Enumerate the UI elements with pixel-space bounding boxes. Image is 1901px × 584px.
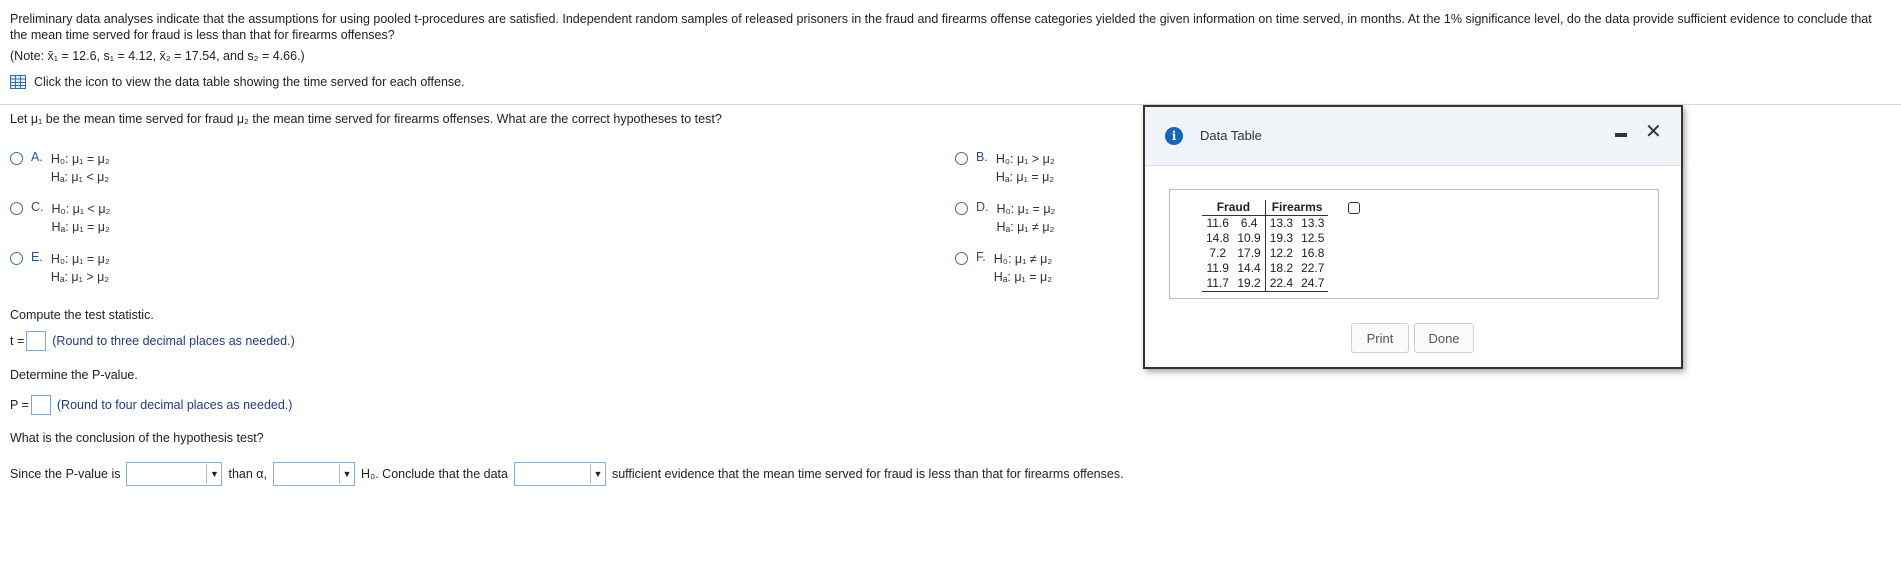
table-cell: 11.7 [1202,276,1234,292]
pvalue-comparison-select[interactable]: ▼ [126,462,223,486]
p-input[interactable] [30,395,51,415]
dialog-title: Data Table [1200,128,1262,143]
table-cell: 14.8 [1206,231,1230,245]
data-table-dialog: i Data Table ✕ Fraud Firearms 11.6 6.4 1… [1143,105,1683,369]
test-stat-row: t = (Round to three decimal places as ne… [10,331,295,351]
p-value-row: P = (Round to four decimal places as nee… [10,395,292,415]
table-cell: 22.4 [1265,276,1298,292]
option-a-ha: Hₐ: μ₁ < μ₂ [50,170,110,184]
t-label: t = [10,334,25,348]
option-f-h0: H₀: μ₁ ≠ μ₂ [993,252,1053,266]
option-a-letter: A. [31,150,43,164]
option-c-ha: Hₐ: μ₁ = μ₂ [51,220,110,234]
option-b-letter: B. [976,150,988,164]
table-cell: 18.2 [1269,261,1294,275]
option-e-ha: Hₐ: μ₁ > μ₂ [50,270,110,284]
conclusion-part2: than α, [228,467,267,481]
minimize-icon[interactable] [1615,133,1627,137]
decision-select[interactable]: ▼ [273,462,355,486]
option-e-h0: H₀: μ₁ = μ₂ [50,252,110,266]
p-value-prompt: Determine the P-value. [10,368,138,382]
table-icon[interactable] [10,75,26,89]
option-a[interactable]: A. H₀: μ₁ = μ₂ Hₐ: μ₁ < μ₂ [10,150,110,186]
table-cell: 16.8 [1301,246,1325,260]
evidence-select[interactable]: ▼ [513,462,606,486]
table-cell: 13.3 [1269,216,1294,230]
table-row: 11.7 19.2 22.4 24.7 [1202,276,1329,292]
data-table-link[interactable]: Click the icon to view the data table sh… [10,75,465,89]
radio-f[interactable] [955,252,968,265]
print-button[interactable]: Print [1351,323,1409,353]
conclusion-prompt: What is the conclusion of the hypothesis… [10,431,264,445]
p-hint: (Round to four decimal places as needed.… [56,398,293,412]
table-cell: 6.4 [1233,215,1266,231]
chevron-down-icon[interactable]: ▼ [339,464,354,484]
conclusion-row: Since the P-value is ▼ than α, ▼ H₀. Con… [10,462,1124,486]
table-cell: 12.2 [1269,246,1294,260]
t-input[interactable] [26,331,47,351]
header-firearms: Firearms [1265,200,1329,216]
table-cell: 19.3 [1269,231,1294,245]
option-c[interactable]: C. H₀: μ₁ < μ₂ Hₐ: μ₁ = μ₂ [10,200,110,236]
table-frame: Fraud Firearms 11.6 6.4 13.3 13.3 14.8 1… [1169,189,1659,299]
data-table-link-text[interactable]: Click the icon to view the data table sh… [34,75,465,89]
hypotheses-question: Let μ₁ be the mean time served for fraud… [10,112,722,126]
table-row: 11.6 6.4 13.3 13.3 [1202,215,1328,231]
copy-icon[interactable] [1348,202,1360,214]
option-c-letter: C. [31,200,44,214]
option-b-h0: H₀: μ₁ > μ₂ [995,152,1055,166]
radio-a[interactable] [10,152,23,165]
option-d-ha: Hₐ: μ₁ ≠ μ₂ [996,220,1055,234]
radio-c[interactable] [10,202,23,215]
radio-b[interactable] [955,152,968,165]
option-b[interactable]: B. H₀: μ₁ > μ₂ Hₐ: μ₁ = μ₂ [955,150,1055,186]
p-label: P = [10,398,29,412]
option-d-h0: H₀: μ₁ = μ₂ [996,202,1056,216]
option-a-h0: H₀: μ₁ = μ₂ [50,152,110,166]
table-cell: 14.4 [1233,261,1266,276]
table-cell: 11.9 [1206,261,1229,275]
done-button[interactable]: Done [1414,323,1474,353]
dialog-header: i Data Table ✕ [1145,107,1681,166]
conclusion-part3: H₀. Conclude that the data [361,467,508,481]
conclusion-part1: Since the P-value is [10,467,121,481]
test-stat-prompt: Compute the test statistic. [10,308,154,322]
table-cell: 22.7 [1301,261,1325,275]
table-row: 14.8 10.9 19.3 12.5 [1202,231,1328,246]
option-e[interactable]: E. H₀: μ₁ = μ₂ Hₐ: μ₁ > μ₂ [10,250,110,286]
table-row: 7.2 17.9 12.2 16.8 [1202,246,1328,261]
info-icon: i [1165,127,1183,145]
header-fraud: Fraud [1202,200,1266,216]
table-row: 11.9 14.4 18.2 22.7 [1202,261,1328,276]
table-cell: 19.2 [1233,276,1266,292]
radio-e[interactable] [10,252,23,265]
summary-stats-note: (Note: x̄₁ = 12.6, s₁ = 4.12, x̄₂ = 17.5… [10,49,305,63]
note-text: (Note: x̄₁ = 12.6, s₁ = 4.12, x̄₂ = 17.5… [10,49,305,63]
option-d[interactable]: D. H₀: μ₁ = μ₂ Hₐ: μ₁ ≠ μ₂ [955,200,1055,236]
close-icon[interactable]: ✕ [1645,119,1662,144]
chevron-down-icon[interactable]: ▼ [206,464,221,484]
option-c-h0: H₀: μ₁ < μ₂ [51,202,111,216]
data-table: Fraud Firearms 11.6 6.4 13.3 13.3 14.8 1… [1202,200,1329,292]
option-d-letter: D. [976,200,989,214]
conclusion-part4: sufficient evidence that the mean time s… [611,467,1124,481]
problem-text: Preliminary data analyses indicate that … [10,12,1872,42]
chevron-down-icon[interactable]: ▼ [589,464,605,484]
table-cell: 13.3 [1301,216,1325,230]
table-cell: 7.2 [1209,246,1227,260]
option-f-ha: Hₐ: μ₁ = μ₂ [993,270,1053,284]
table-cell: 10.9 [1233,231,1266,246]
option-e-letter: E. [31,250,43,264]
table-cell: 11.6 [1206,216,1229,230]
table-cell: 17.9 [1233,246,1266,261]
t-hint: (Round to three decimal places as needed… [52,334,295,348]
table-cell: 12.5 [1301,231,1325,245]
option-f-letter: F. [976,250,986,264]
radio-d[interactable] [955,202,968,215]
table-cell: 24.7 [1297,276,1329,292]
option-f[interactable]: F. H₀: μ₁ ≠ μ₂ Hₐ: μ₁ = μ₂ [955,250,1052,286]
option-b-ha: Hₐ: μ₁ = μ₂ [995,170,1055,184]
